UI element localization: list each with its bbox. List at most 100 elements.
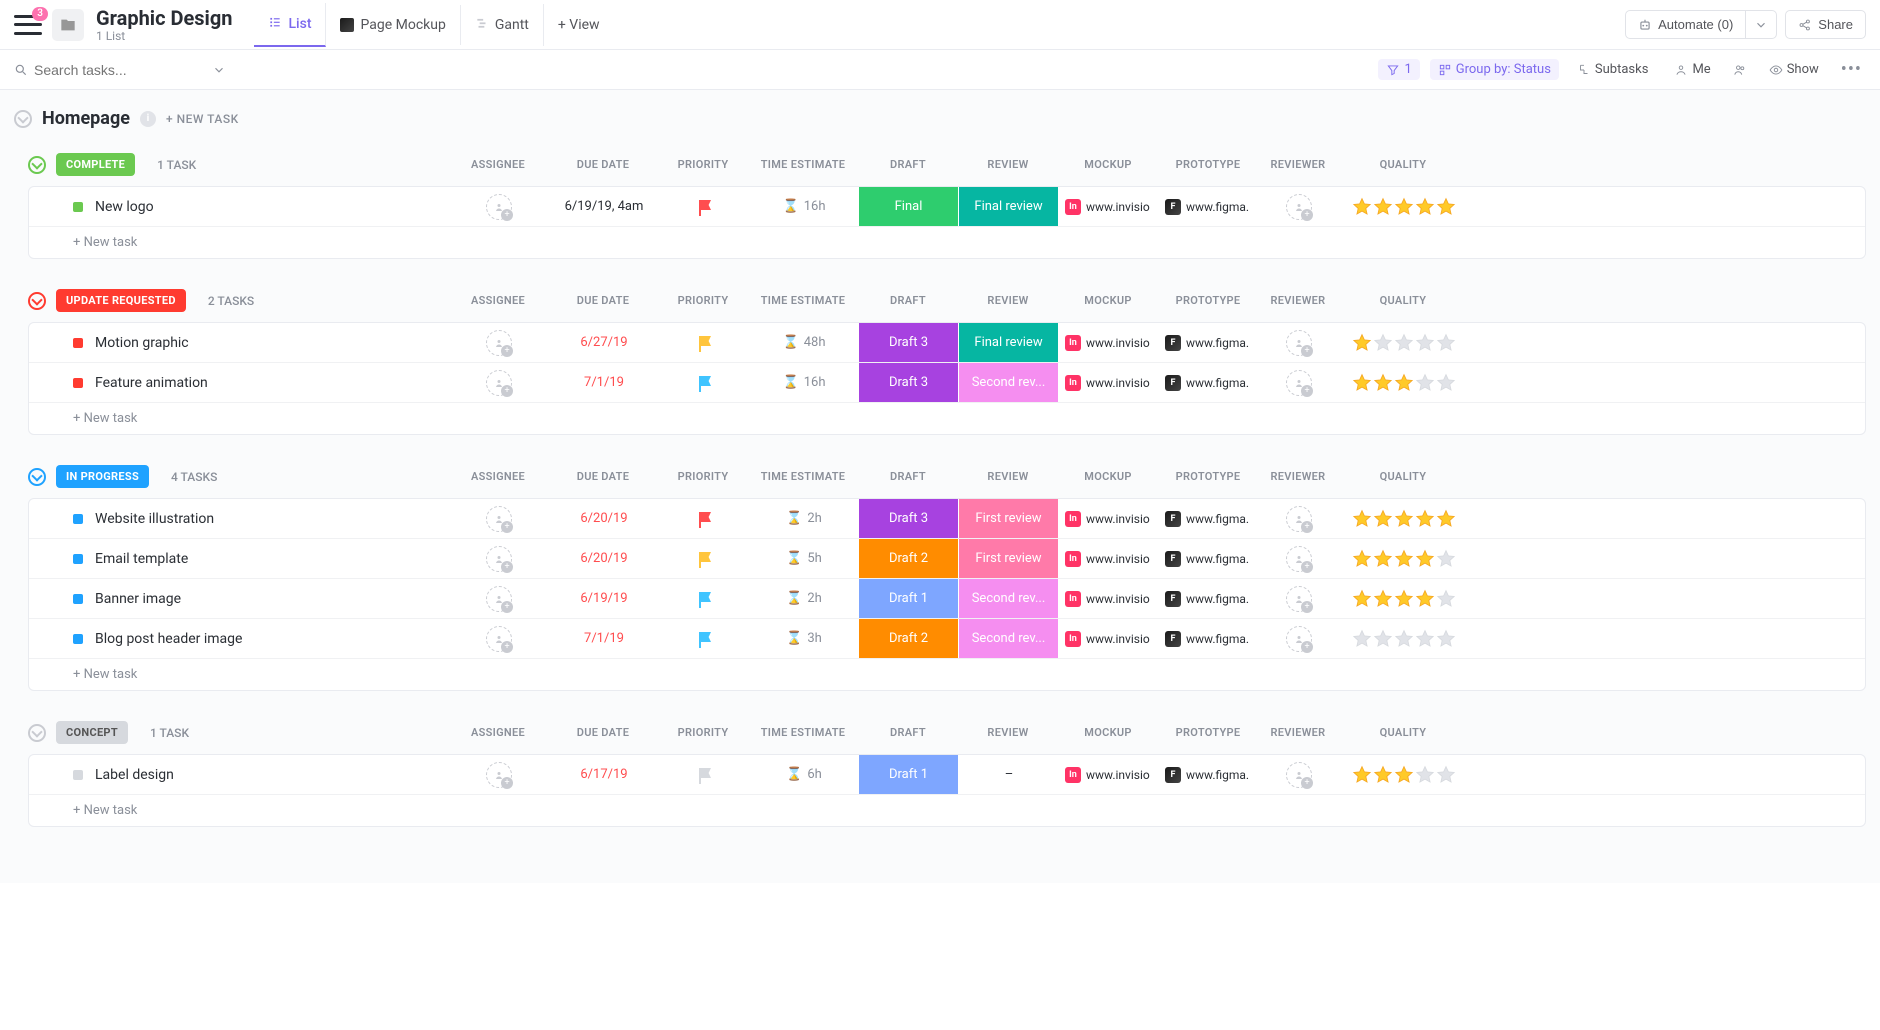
menu-toggle-icon[interactable] [14, 15, 42, 35]
time-estimate-cell[interactable]: ⌛2h [749, 591, 859, 606]
mockup-link[interactable]: Inwww.invisio [1059, 199, 1159, 215]
folder-icon[interactable] [52, 9, 84, 41]
priority-cell[interactable] [659, 199, 749, 214]
mockup-link[interactable]: Inwww.invisio [1059, 631, 1159, 647]
reviewer-cell[interactable] [1259, 506, 1339, 532]
draft-tag[interactable]: Draft 3 [859, 323, 958, 362]
priority-cell[interactable] [659, 375, 749, 390]
review-tag[interactable]: Second rev... [959, 619, 1058, 658]
priority-cell[interactable] [659, 631, 749, 646]
assignee-cell[interactable] [449, 506, 549, 532]
star-icon[interactable] [1352, 765, 1372, 785]
new-task-button[interactable]: + NEW TASK [166, 112, 239, 126]
prototype-link[interactable]: Fwww.figma. [1159, 335, 1259, 351]
star-icon[interactable] [1373, 629, 1393, 649]
assignee-cell[interactable] [449, 370, 549, 396]
task-row[interactable]: New logo 6/19/19, 4am ⌛16h Final Final r… [29, 187, 1865, 227]
star-icon[interactable] [1373, 373, 1393, 393]
avatar-placeholder-icon[interactable] [1286, 626, 1312, 652]
collapse-group-icon[interactable] [28, 724, 46, 742]
avatar-placeholder-icon[interactable] [486, 506, 512, 532]
assignee-cell[interactable] [449, 330, 549, 356]
priority-cell[interactable] [659, 551, 749, 566]
status-pill[interactable]: IN PROGRESS [56, 465, 149, 488]
assignee-cell[interactable] [449, 626, 549, 652]
star-icon[interactable] [1436, 373, 1456, 393]
star-icon[interactable] [1373, 197, 1393, 217]
reviewer-cell[interactable] [1259, 370, 1339, 396]
task-title[interactable]: Label design [29, 767, 449, 783]
star-icon[interactable] [1352, 509, 1372, 529]
task-title[interactable]: Blog post header image [29, 631, 449, 647]
avatar-placeholder-icon[interactable] [486, 330, 512, 356]
star-icon[interactable] [1373, 765, 1393, 785]
star-icon[interactable] [1352, 629, 1372, 649]
star-icon[interactable] [1436, 549, 1456, 569]
star-icon[interactable] [1352, 333, 1372, 353]
quality-rating[interactable] [1339, 333, 1469, 353]
reviewer-cell[interactable] [1259, 194, 1339, 220]
automate-dropdown[interactable] [1746, 10, 1777, 39]
view-tab-list[interactable]: List [254, 3, 326, 47]
due-date-cell[interactable]: 6/17/19 [549, 767, 659, 782]
task-row[interactable]: Email template 6/20/19 ⌛5h Draft 2 First… [29, 539, 1865, 579]
quality-rating[interactable] [1339, 373, 1469, 393]
assignee-cell[interactable] [449, 546, 549, 572]
new-task-row-button[interactable]: + New task [29, 795, 1865, 826]
star-icon[interactable] [1394, 197, 1414, 217]
quality-rating[interactable] [1339, 509, 1469, 529]
automate-button[interactable]: Automate (0) [1625, 10, 1746, 39]
status-toggle[interactable]: UPDATE REQUESTED 2 TASKS [28, 289, 448, 312]
draft-tag[interactable]: Draft 1 [859, 579, 958, 618]
star-icon[interactable] [1373, 589, 1393, 609]
review-tag[interactable]: Final review [959, 323, 1058, 362]
draft-tag[interactable]: Draft 3 [859, 499, 958, 538]
star-icon[interactable] [1436, 589, 1456, 609]
prototype-link[interactable]: Fwww.figma. [1159, 199, 1259, 215]
priority-cell[interactable] [659, 335, 749, 350]
reviewer-cell[interactable] [1259, 546, 1339, 572]
draft-tag[interactable]: Draft 2 [859, 619, 958, 658]
prototype-link[interactable]: Fwww.figma. [1159, 511, 1259, 527]
star-icon[interactable] [1394, 765, 1414, 785]
reviewer-cell[interactable] [1259, 586, 1339, 612]
task-title[interactable]: Banner image [29, 591, 449, 607]
avatar-placeholder-icon[interactable] [1286, 370, 1312, 396]
task-title[interactable]: Feature animation [29, 375, 449, 391]
star-icon[interactable] [1352, 373, 1372, 393]
quality-rating[interactable] [1339, 549, 1469, 569]
task-row[interactable]: Website illustration 6/20/19 ⌛2h Draft 3… [29, 499, 1865, 539]
star-icon[interactable] [1394, 589, 1414, 609]
prototype-link[interactable]: Fwww.figma. [1159, 551, 1259, 567]
time-estimate-cell[interactable]: ⌛3h [749, 631, 859, 646]
star-icon[interactable] [1394, 549, 1414, 569]
task-title[interactable]: Website illustration [29, 511, 449, 527]
prototype-link[interactable]: Fwww.figma. [1159, 591, 1259, 607]
review-tag[interactable]: First review [959, 499, 1058, 538]
new-task-row-button[interactable]: + New task [29, 227, 1865, 258]
star-icon[interactable] [1415, 509, 1435, 529]
mockup-link[interactable]: Inwww.invisio [1059, 591, 1159, 607]
star-icon[interactable] [1415, 765, 1435, 785]
due-date-cell[interactable]: 6/19/19 [549, 591, 659, 606]
status-toggle[interactable]: IN PROGRESS 4 TASKS [28, 465, 448, 488]
star-icon[interactable] [1352, 197, 1372, 217]
assignee-cell[interactable] [449, 194, 549, 220]
new-task-row-button[interactable]: + New task [29, 403, 1865, 434]
time-estimate-cell[interactable]: ⌛16h [749, 375, 859, 390]
search-input[interactable] [34, 62, 204, 78]
quality-rating[interactable] [1339, 765, 1469, 785]
due-date-cell[interactable]: 7/1/19 [549, 631, 659, 646]
mockup-link[interactable]: Inwww.invisio [1059, 335, 1159, 351]
collapse-list-icon[interactable] [14, 110, 32, 128]
avatar-placeholder-icon[interactable] [486, 762, 512, 788]
avatar-placeholder-icon[interactable] [1286, 330, 1312, 356]
star-icon[interactable] [1352, 549, 1372, 569]
star-icon[interactable] [1415, 589, 1435, 609]
priority-cell[interactable] [659, 767, 749, 782]
due-date-cell[interactable]: 7/1/19 [549, 375, 659, 390]
star-icon[interactable] [1373, 549, 1393, 569]
subtasks-toggle[interactable]: Subtasks [1569, 59, 1657, 80]
status-pill[interactable]: COMPLETE [56, 153, 135, 176]
draft-tag[interactable]: Draft 2 [859, 539, 958, 578]
